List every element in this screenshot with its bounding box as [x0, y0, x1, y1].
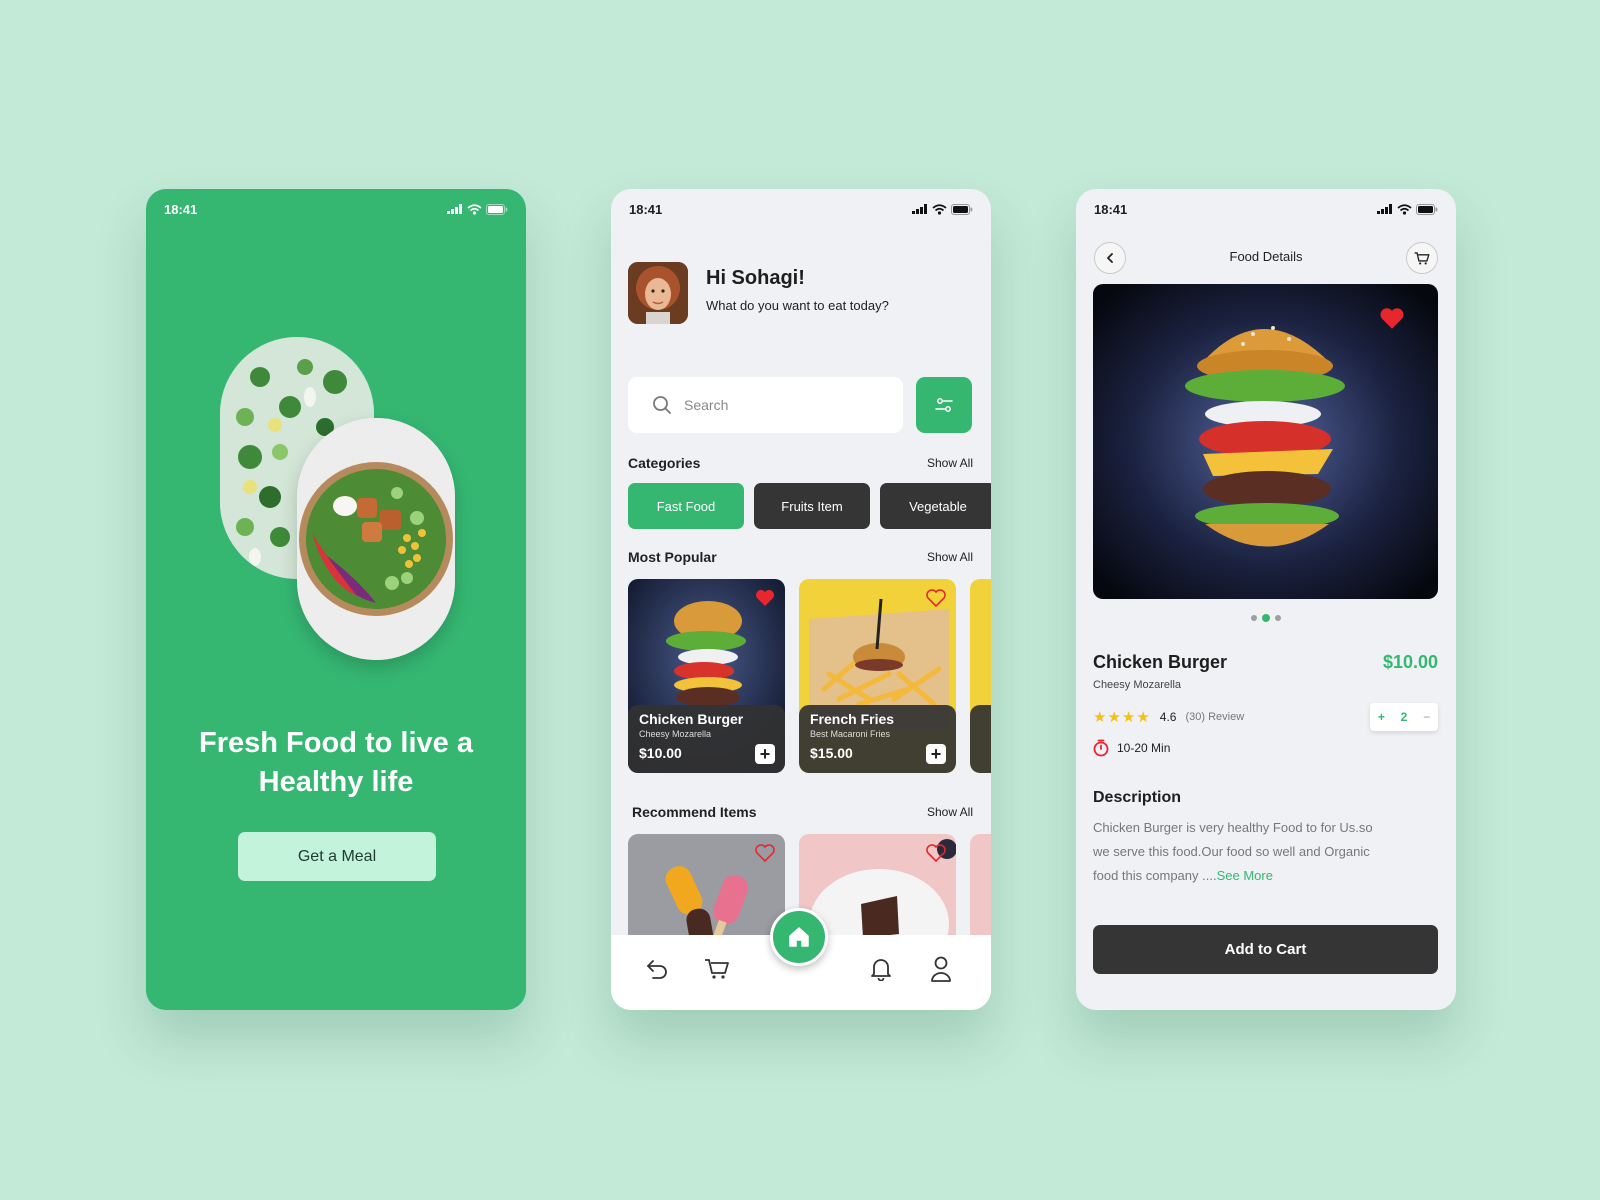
food-price: $15.00 [810, 745, 853, 761]
signal-icon [1377, 204, 1392, 214]
timer-icon [1093, 739, 1109, 757]
food-price: $10.00 [1382, 652, 1438, 672]
status-time: 18:41 [1094, 201, 1128, 217]
food-card-chicken-burger[interactable]: Chicken Burger Cheesy Mozarella $10.00 + [628, 579, 785, 773]
headline: Fresh Food to live a Healthy life [199, 727, 473, 798]
food-card-french-fries[interactable]: French Fries Best Macaroni Fries $15.00 … [799, 579, 956, 773]
food-subtitle: Cheesy Mozarella [1093, 679, 1182, 691]
back-icon [647, 960, 667, 979]
status-bar: 18:41 [1076, 189, 1456, 229]
food-card-partial[interactable] [970, 579, 991, 773]
category-chip-vegetable[interactable]: Vegetable [880, 483, 991, 529]
categories-show-all-link[interactable]: Show All [927, 456, 973, 470]
status-time: 18:41 [164, 201, 198, 217]
search-icon [653, 396, 671, 414]
status-time: 18:41 [629, 201, 663, 217]
add-to-cart-plus-icon[interactable]: + [755, 744, 775, 764]
favorite-heart-icon[interactable] [926, 844, 946, 867]
add-to-cart-button[interactable]: Add to Cart [1093, 925, 1438, 974]
battery-icon [951, 203, 973, 215]
home-screen: 18:41 Hi Sohagi! What do you want to eat… [611, 189, 991, 1010]
status-icons [912, 203, 973, 215]
battery-icon [1416, 203, 1438, 215]
food-card-info [970, 705, 991, 773]
star-rating-icons: ★★★★ [1093, 709, 1151, 726]
signal-icon [912, 204, 927, 214]
favorite-heart-icon[interactable] [926, 589, 946, 612]
food-name: French Fries [810, 711, 895, 727]
salad-bowl-image [297, 418, 455, 660]
description-title: Description [1093, 789, 1182, 806]
favorite-heart-icon[interactable] [755, 589, 775, 612]
see-more-link[interactable]: See More [1217, 868, 1273, 883]
status-icons [447, 203, 508, 215]
delivery-time: 10-20 Min [1093, 739, 1170, 757]
cart-icon [705, 959, 729, 979]
bell-icon [871, 959, 891, 981]
increment-button[interactable]: + [1378, 710, 1385, 724]
description-text: Chicken Burger is very healthy Food to f… [1093, 816, 1383, 888]
cart-icon [1414, 251, 1430, 265]
filter-icon [935, 398, 953, 412]
categories-title: Categories [628, 455, 701, 471]
most-popular-title: Most Popular [628, 549, 717, 565]
wifi-icon [467, 203, 482, 215]
recommend-show-all-link[interactable]: Show All [927, 805, 973, 819]
delivery-time-text: 10-20 Min [1117, 741, 1171, 755]
quantity-value: 2 [1400, 710, 1408, 724]
image-pagination [1076, 614, 1456, 622]
pagination-dot[interactable] [1251, 615, 1257, 621]
page-title: Food Details [1229, 249, 1303, 264]
decrement-button[interactable]: − [1423, 710, 1430, 724]
review-count: (30) Review [1185, 711, 1245, 723]
onboarding-screen: 18:41 Fresh Food to live a Healthy life … [146, 189, 526, 1010]
battery-icon [486, 203, 508, 215]
favorite-heart-icon[interactable] [755, 844, 775, 867]
food-details-screen: 18:41 Food Details Chicken Burger $10.00… [1076, 189, 1456, 1010]
pagination-dot[interactable] [1275, 615, 1281, 621]
most-popular-show-all-link[interactable]: Show All [927, 550, 973, 564]
nav-back[interactable] [643, 955, 671, 983]
recommend-card-ice-cream[interactable] [628, 834, 785, 944]
nav-profile[interactable] [927, 955, 955, 983]
quantity-stepper: + 2 − [1370, 703, 1438, 731]
wifi-icon [932, 203, 947, 215]
cart-button[interactable] [1406, 242, 1438, 274]
category-chip-fast-food[interactable]: Fast Food [628, 483, 744, 529]
rating: ★★★★ 4.6 (30) Review [1093, 708, 1244, 726]
filter-button[interactable] [916, 377, 972, 433]
search-bar[interactable] [628, 377, 903, 433]
nav-home-button[interactable] [770, 908, 828, 966]
popular-list: Chicken Burger Cheesy Mozarella $10.00 + [628, 579, 991, 773]
signal-icon [447, 204, 462, 214]
nav-cart[interactable] [703, 955, 731, 983]
wifi-icon [1397, 203, 1412, 215]
nav-notifications[interactable] [867, 955, 895, 983]
avatar[interactable] [628, 262, 688, 324]
favorite-heart-icon[interactable] [1379, 307, 1405, 335]
food-subtitle: Cheesy Mozarella [639, 729, 712, 739]
home-icon [789, 927, 809, 947]
user-icon [931, 956, 951, 982]
search-input[interactable] [684, 397, 864, 413]
greeting: Hi Sohagi! [706, 267, 805, 289]
category-list: Fast Food Fruits Item Vegetable [628, 483, 991, 529]
get-a-meal-button[interactable]: Get a Meal [238, 832, 436, 881]
food-subtitle: Best Macaroni Fries [810, 729, 891, 739]
recommend-title: Recommend Items [632, 804, 757, 820]
greeting-subtitle: What do you want to eat today? [706, 298, 889, 313]
pagination-dot-active[interactable] [1262, 614, 1270, 622]
category-chip-fruits[interactable]: Fruits Item [754, 483, 870, 529]
status-bar: 18:41 [611, 189, 991, 229]
status-icons [1377, 203, 1438, 215]
food-name: Chicken Burger [1093, 652, 1228, 672]
food-price: $10.00 [639, 745, 682, 761]
status-bar: 18:41 [146, 189, 526, 229]
add-to-cart-plus-icon[interactable]: + [926, 744, 946, 764]
recommend-card-partial[interactable] [970, 834, 991, 944]
rating-value: 4.6 [1159, 710, 1177, 724]
food-name: Chicken Burger [639, 711, 744, 727]
